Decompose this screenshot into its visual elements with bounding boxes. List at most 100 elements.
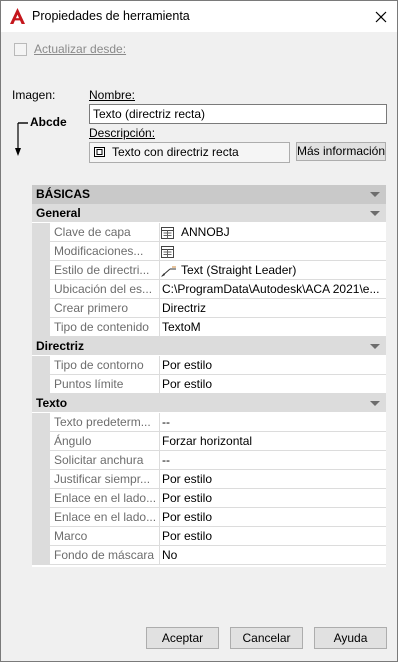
property-value[interactable]: Directriz (160, 299, 386, 318)
property-row[interactable]: Justificar siempr... Por estilo (32, 470, 386, 489)
row-gutter (32, 261, 50, 280)
property-value[interactable]: Text (Straight Leader) (160, 261, 386, 280)
property-row[interactable]: Tipo de contenido TextoM (32, 318, 386, 337)
update-from-checkbox[interactable] (14, 43, 27, 56)
property-value[interactable] (160, 242, 386, 261)
close-button[interactable] (367, 3, 395, 30)
property-value[interactable]: Por estilo (160, 508, 386, 527)
property-name: Ángulo (50, 432, 160, 451)
row-gutter (32, 546, 50, 565)
chevron-down-icon[interactable] (370, 211, 380, 216)
property-row[interactable]: Modificaciones... (32, 242, 386, 261)
property-grid: BÁSICAS General Clave de capa ANNOBJ Modific… (32, 185, 386, 567)
property-name: Ubicación del es... (50, 280, 160, 299)
property-name: Clave de capa (50, 223, 160, 242)
update-from-text: Actualizar desde: (34, 42, 127, 56)
property-row[interactable]: Texto predeterm... -- (32, 413, 386, 432)
property-value-text: Por estilo (162, 472, 213, 486)
property-row[interactable]: Clave de capa ANNOBJ (32, 223, 386, 242)
property-value-text: ANNOBJ (181, 225, 230, 239)
property-row[interactable]: Tipo de contorno Por estilo (32, 356, 386, 375)
property-value-text: TextoM (162, 320, 201, 334)
property-name: Texto predeterm... (50, 413, 160, 432)
name-label-text: Nombre: (89, 88, 136, 102)
property-value[interactable]: No (160, 546, 386, 565)
property-name: Fondo de máscara (50, 546, 160, 565)
row-gutter (32, 356, 50, 375)
update-from-label: Actualizar desde: (34, 42, 126, 56)
property-value-text: No (162, 548, 178, 562)
ok-button[interactable]: Aceptar (146, 627, 219, 649)
category-header[interactable]: Directriz (32, 337, 386, 355)
property-name: Crear primero (50, 299, 160, 318)
chevron-down-icon[interactable] (370, 344, 380, 349)
layer-key-icon (161, 226, 174, 241)
property-row[interactable]: Marco Por estilo (32, 527, 386, 546)
category-header[interactable]: Texto (32, 394, 386, 412)
close-icon (375, 11, 387, 22)
property-value-text: Forzar horizontal (162, 434, 253, 448)
name-input[interactable]: Texto (directriz recta) (89, 104, 387, 124)
property-value-text: Directriz (162, 301, 206, 315)
property-value-text: C:\ProgramData\Autodesk\ACA 2021\e... (162, 282, 380, 296)
property-value[interactable]: -- (160, 451, 386, 470)
category-header[interactable]: General (32, 204, 386, 222)
property-value[interactable]: C:\ProgramData\Autodesk\ACA 2021\e... (160, 280, 386, 299)
chevron-down-icon[interactable] (370, 401, 380, 406)
tool-image-preview[interactable]: Abcde (11, 113, 81, 161)
property-row[interactable]: Ubicación del es... C:\ProgramData\Autode… (32, 280, 386, 299)
property-name: Estilo de directri... (50, 261, 160, 280)
property-name: Enlace en el lado... (50, 508, 160, 527)
property-row[interactable]: Enlace en el lado... Por estilo (32, 489, 386, 508)
description-label-text: Descripción: (89, 126, 156, 140)
property-row[interactable]: Enlace en el lado... Por estilo (32, 508, 386, 527)
description-value: Texto con directriz recta (112, 145, 239, 159)
property-name: Solicitar anchura (50, 451, 160, 470)
autocad-logo-icon (10, 8, 25, 24)
row-gutter (32, 413, 50, 432)
row-gutter (32, 223, 50, 242)
category-title: Texto (36, 396, 68, 410)
property-name: Enlace en el lado... (50, 489, 160, 508)
property-value-text: -- (162, 415, 170, 429)
description-label: Descripción: (89, 126, 155, 140)
more-info-button[interactable]: Más información (296, 142, 386, 161)
property-value[interactable]: Forzar horizontal (160, 432, 386, 451)
property-value[interactable]: Por estilo (160, 375, 386, 394)
window-title: Propiedades de herramienta (32, 9, 190, 23)
property-value-text: -- (162, 453, 170, 467)
property-row[interactable]: Puntos límite Por estilo (32, 375, 386, 394)
property-row[interactable]: Crear primero Directriz (32, 299, 386, 318)
cancel-button[interactable]: Cancelar (230, 627, 303, 649)
property-value-text: Por estilo (162, 358, 213, 372)
row-gutter (32, 242, 50, 261)
name-label: Nombre: (89, 88, 135, 102)
property-value-text: Por estilo (162, 510, 213, 524)
property-name: Modificaciones... (50, 242, 160, 261)
description-field[interactable]: Texto con directriz recta (89, 142, 290, 163)
property-value[interactable]: -- (160, 413, 386, 432)
property-value[interactable]: Por estilo (160, 356, 386, 375)
chevron-down-icon[interactable] (370, 192, 380, 197)
property-value[interactable]: ANNOBJ (160, 223, 386, 242)
row-gutter (32, 527, 50, 546)
property-value[interactable]: Por estilo (160, 527, 386, 546)
property-name: Justificar siempr... (50, 470, 160, 489)
property-row[interactable]: Fondo de máscara No (32, 546, 386, 565)
property-value[interactable]: Por estilo (160, 489, 386, 508)
row-gutter (32, 375, 50, 394)
property-name: Marco (50, 527, 160, 546)
category-basicas[interactable]: BÁSICAS (32, 185, 386, 204)
property-value-text: Text (Straight Leader) (181, 263, 297, 277)
property-row[interactable]: Estilo de directri... Text (Straight Lead… (32, 261, 386, 280)
category-title: General (36, 206, 81, 220)
category-title: BÁSICAS (36, 187, 91, 201)
help-button[interactable]: Ayuda (314, 627, 387, 649)
row-gutter (32, 451, 50, 470)
property-row[interactable]: Ángulo Forzar horizontal (32, 432, 386, 451)
property-value[interactable]: Por estilo (160, 470, 386, 489)
image-label: Imagen: (12, 88, 56, 102)
leader-preview-graphic: Abcde (15, 115, 67, 156)
property-value[interactable]: TextoM (160, 318, 386, 337)
property-row[interactable]: Solicitar anchura -- (32, 451, 386, 470)
